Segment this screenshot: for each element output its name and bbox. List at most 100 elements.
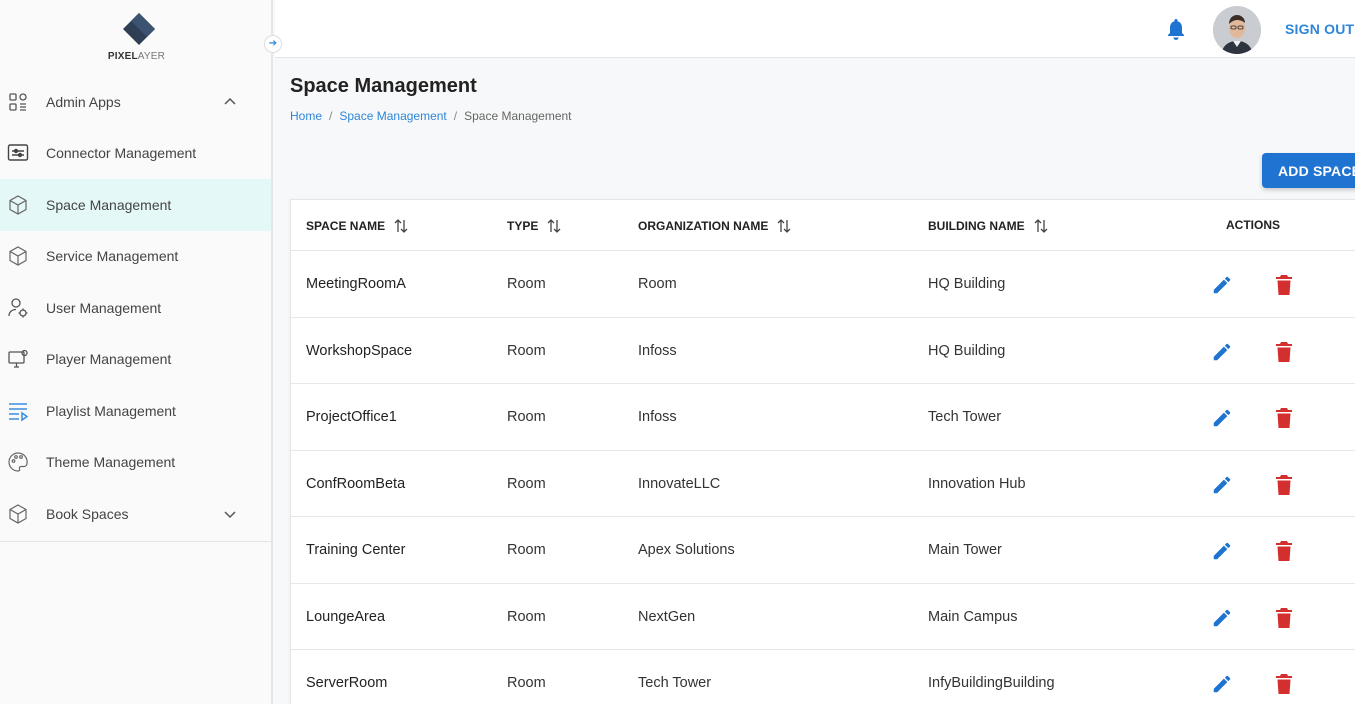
table-row[interactable]: ServerRoom Room Tech Tower InfyBuildingBuil… bbox=[291, 650, 1355, 704]
table-row[interactable]: ProjectOffice1 Room Infoss Tech Tower bbox=[291, 384, 1355, 451]
column-header-label: ORGANIZATION NAME bbox=[638, 219, 769, 233]
sort-icon[interactable] bbox=[546, 218, 562, 234]
topbar: SIGN OUT bbox=[275, 0, 1355, 58]
delete-icon[interactable] bbox=[1274, 607, 1294, 629]
sidebar-item-user-management[interactable]: User Management bbox=[0, 282, 271, 334]
sidebar-item-label: Player Management bbox=[46, 351, 172, 368]
cell-organization-name: NextGen bbox=[638, 608, 696, 625]
column-header-label: ACTIONS bbox=[1226, 218, 1280, 232]
cell-type: Room bbox=[507, 608, 546, 625]
logo-text: PIXELAYER bbox=[107, 51, 166, 62]
breadcrumb-separator: / bbox=[329, 109, 333, 123]
table-row[interactable]: LoungeArea Room NextGen Main Campus bbox=[291, 584, 1355, 650]
breadcrumb-home[interactable]: Home bbox=[290, 109, 322, 123]
edit-icon[interactable] bbox=[1211, 540, 1233, 562]
sidebar-item-space-management[interactable]: Space Management bbox=[0, 179, 271, 231]
sidebar-item-admin-apps[interactable]: Admin Apps bbox=[0, 76, 271, 128]
sidebar-item-book-spaces[interactable]: Book Spaces bbox=[0, 488, 271, 540]
breadcrumb-space-management[interactable]: Space Management bbox=[339, 109, 446, 123]
cell-space-name: ProjectOffice1 bbox=[306, 409, 397, 425]
table-row[interactable]: MeetingRoomA Room Room HQ Building bbox=[291, 251, 1355, 318]
cell-space-name: MeetingRoomA bbox=[306, 276, 406, 292]
logo-mark-icon bbox=[123, 13, 155, 45]
edit-icon[interactable] bbox=[1211, 274, 1233, 296]
sidebar-item-label: Space Management bbox=[46, 196, 172, 213]
sidebar: PIXELAYER Admin Apps Connector Managemen… bbox=[0, 0, 273, 704]
cell-building-name: HQ Building bbox=[928, 276, 1006, 292]
player-icon bbox=[7, 348, 29, 370]
sidebar-collapse-button[interactable]: ➔ bbox=[264, 35, 282, 53]
avatar-image-icon bbox=[1213, 6, 1261, 54]
table-row[interactable]: Training Center Room Apex Solutions Main To… bbox=[291, 517, 1355, 584]
column-header-actions: ACTIONS bbox=[1226, 218, 1280, 232]
user-icon bbox=[7, 297, 29, 319]
book-icon bbox=[7, 503, 29, 525]
sidebar-item-connector-management[interactable]: Connector Management bbox=[0, 128, 271, 180]
table-row[interactable]: WorkshopSpace Room Infoss HQ Building bbox=[291, 318, 1355, 384]
edit-icon[interactable] bbox=[1211, 341, 1233, 363]
cell-type: Room bbox=[507, 475, 546, 492]
sidebar-item-label: Theme Management bbox=[46, 454, 176, 471]
add-space-button[interactable]: ADD SPACE bbox=[1262, 153, 1355, 188]
spaces-table: SPACE NAME TYPE ORGANIZATION NAME BUILDI… bbox=[290, 199, 1355, 704]
notification-bell-icon[interactable] bbox=[1165, 17, 1187, 41]
playlist-icon bbox=[7, 400, 29, 422]
delete-icon[interactable] bbox=[1274, 540, 1294, 562]
delete-icon[interactable] bbox=[1274, 341, 1294, 363]
cell-organization-name: Infoss bbox=[638, 342, 677, 359]
sidebar-item-player-management[interactable]: Player Management bbox=[0, 334, 271, 386]
edit-icon[interactable] bbox=[1211, 673, 1233, 695]
table-row[interactable]: ConfRoomBeta Room InnovateLLC Innovation Hu… bbox=[291, 451, 1355, 517]
cell-building-name: HQ Building bbox=[928, 342, 1006, 359]
cell-space-name: LoungeArea bbox=[306, 608, 386, 625]
delete-icon[interactable] bbox=[1274, 274, 1294, 296]
service-icon bbox=[7, 245, 29, 267]
breadcrumb-separator: / bbox=[453, 109, 458, 123]
sidebar-divider bbox=[0, 541, 271, 542]
cell-building-name: Innovation Hub bbox=[928, 475, 1026, 492]
cell-type: Room bbox=[507, 542, 546, 558]
cell-building-name: InfyBuildingBuilding bbox=[928, 675, 1055, 691]
sidebar-item-theme-management[interactable]: Theme Management bbox=[0, 437, 271, 489]
user-avatar[interactable] bbox=[1213, 6, 1261, 54]
space-icon bbox=[7, 194, 29, 216]
sort-icon[interactable] bbox=[1033, 218, 1049, 234]
chevron-up-icon[interactable] bbox=[222, 94, 238, 110]
sort-icon[interactable] bbox=[776, 218, 792, 234]
sidebar-item-label: Playlist Management bbox=[46, 402, 176, 419]
sidebar-item-playlist-management[interactable]: Playlist Management bbox=[0, 385, 271, 437]
connector-icon bbox=[7, 142, 29, 164]
chevron-down-icon[interactable] bbox=[222, 506, 238, 522]
sidebar-item-label: Admin Apps bbox=[46, 93, 121, 110]
breadcrumb-current: Space Management bbox=[464, 109, 572, 123]
column-header-organization-name[interactable]: ORGANIZATION NAME bbox=[638, 218, 792, 234]
cell-organization-name: InnovateLLC bbox=[638, 475, 721, 492]
delete-icon[interactable] bbox=[1274, 673, 1294, 695]
column-header-space-name[interactable]: SPACE NAME bbox=[306, 218, 409, 234]
edit-icon[interactable] bbox=[1211, 474, 1233, 496]
cell-space-name: Training Center bbox=[306, 542, 406, 558]
delete-icon[interactable] bbox=[1274, 407, 1294, 429]
apps-icon bbox=[7, 91, 29, 113]
cell-building-name: Main Campus bbox=[928, 608, 1018, 625]
logo[interactable]: PIXELAYER bbox=[0, 0, 273, 70]
cell-type: Room bbox=[507, 342, 546, 359]
edit-icon[interactable] bbox=[1211, 407, 1233, 429]
sign-out-button[interactable]: SIGN OUT bbox=[1285, 21, 1354, 37]
cell-space-name: ServerRoom bbox=[306, 675, 388, 691]
cell-organization-name: Apex Solutions bbox=[638, 542, 735, 558]
delete-icon[interactable] bbox=[1274, 474, 1294, 496]
cell-organization-name: Room bbox=[638, 276, 677, 292]
edit-icon[interactable] bbox=[1211, 607, 1233, 629]
sidebar-item-label: Book Spaces bbox=[46, 505, 129, 522]
sidebar-item-service-management[interactable]: Service Management bbox=[0, 231, 271, 283]
sidebar-item-label: User Management bbox=[46, 299, 162, 316]
cell-building-name: Main Tower bbox=[928, 542, 1002, 558]
table-header: SPACE NAME TYPE ORGANIZATION NAME BUILDI… bbox=[291, 200, 1355, 251]
cell-type: Room bbox=[507, 276, 546, 292]
column-header-type[interactable]: TYPE bbox=[507, 218, 562, 234]
column-header-building-name[interactable]: BUILDING NAME bbox=[928, 218, 1049, 234]
sort-icon[interactable] bbox=[393, 218, 409, 234]
cell-space-name: WorkshopSpace bbox=[306, 342, 413, 359]
cell-building-name: Tech Tower bbox=[928, 409, 1002, 425]
